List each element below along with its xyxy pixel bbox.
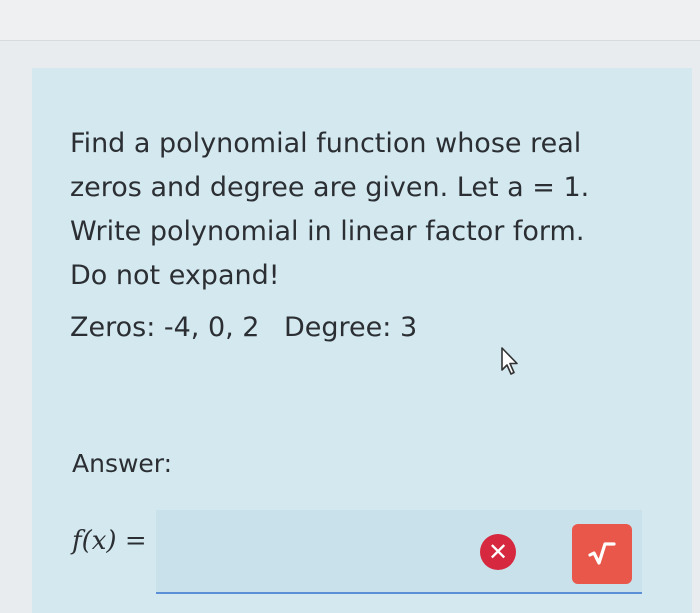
function-label: f(x) = (72, 526, 147, 556)
submit-answer-button[interactable] (572, 524, 632, 584)
degree-text: Degree: 3 (284, 312, 418, 343)
divider (0, 40, 700, 41)
answer-input[interactable] (156, 510, 642, 594)
equals-sign: = (116, 526, 147, 556)
square-root-icon (588, 542, 616, 565)
question-card: Find a polynomial function whose real ze… (32, 68, 692, 613)
answer-label: Answer: (72, 449, 173, 478)
question-text: Find a polynomial function whose real ze… (70, 128, 590, 291)
function-name: f(x) (72, 526, 117, 556)
zeros-text: Zeros: -4, 0, 2 (70, 312, 260, 343)
close-icon: ✕ (487, 538, 509, 566)
clear-answer-button[interactable]: ✕ (480, 534, 516, 570)
mouse-pointer-icon (501, 347, 518, 375)
top-band (0, 0, 700, 40)
